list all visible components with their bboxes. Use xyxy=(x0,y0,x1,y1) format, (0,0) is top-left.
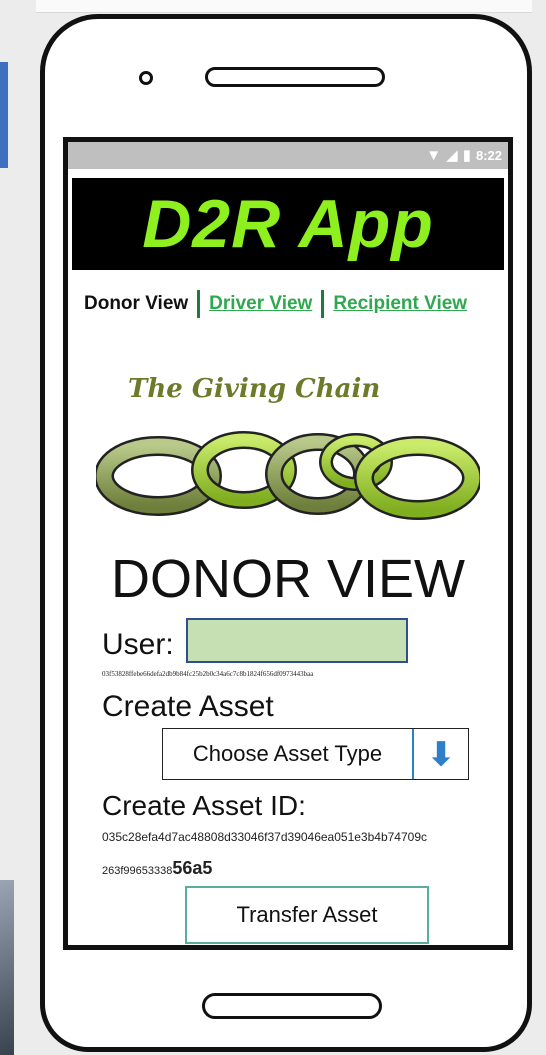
user-label: User: xyxy=(102,628,174,661)
asset-id-hash-prefix: 263f99653338 xyxy=(102,865,173,877)
nav-divider xyxy=(197,290,201,318)
status-time: 8:22 xyxy=(475,148,502,163)
background-top-strip xyxy=(36,0,532,13)
nav-item-donor-view[interactable]: Donor View xyxy=(84,293,188,315)
asset-id-hash-line1: 035c28efa4d7ac48808d33046f37d39046ea051e… xyxy=(102,830,427,844)
app-title: D2R App xyxy=(142,186,434,262)
arrow-down-icon: ⬇ xyxy=(427,736,455,772)
transfer-asset-button[interactable]: Transfer Asset xyxy=(185,886,429,944)
nav-divider xyxy=(321,290,325,318)
view-title: DONOR VIEW xyxy=(110,549,465,609)
phone-screen: ▼ ◢ ▮ 8:22 D2R App Donor View Driver Vie… xyxy=(63,137,513,950)
speaker-grille xyxy=(205,67,385,87)
wifi-icon: ▼ xyxy=(426,147,442,164)
signal-icon: ◢ xyxy=(446,147,458,164)
camera-icon xyxy=(139,71,153,85)
battery-icon: ▮ xyxy=(462,147,471,164)
asset-type-select[interactable]: Choose Asset Type ⬇ xyxy=(162,728,469,780)
status-bar: ▼ ◢ ▮ 8:22 xyxy=(68,142,508,169)
nav-item-driver-view[interactable]: Driver View xyxy=(209,293,312,315)
user-hash: 03f53828ffebe66defa2db9b84fc25b2b0c34a6c… xyxy=(102,670,314,678)
tagline: The Giving Chain xyxy=(128,374,381,404)
view-nav: Donor View Driver View Recipient View xyxy=(84,290,504,318)
nav-item-recipient-view[interactable]: Recipient View xyxy=(333,293,467,315)
user-field[interactable] xyxy=(186,618,408,663)
select-arrow-button[interactable]: ⬇ xyxy=(412,729,468,779)
create-asset-label: Create Asset xyxy=(102,690,274,723)
chain-logo-icon xyxy=(96,431,480,520)
asset-id-hash-line2: 263f9965333856a5 xyxy=(102,858,212,879)
app-banner: D2R App xyxy=(72,178,504,270)
background-blue-edge xyxy=(0,62,8,168)
asset-id-label: Create Asset ID: xyxy=(102,790,306,821)
asset-type-select-value: Choose Asset Type xyxy=(192,741,383,766)
home-button[interactable] xyxy=(202,993,382,1019)
asset-id-hash-suffix: 56a5 xyxy=(172,858,213,878)
phone-frame: ▼ ◢ ▮ 8:22 D2R App Donor View Driver Vie… xyxy=(40,14,532,1052)
background-dark-edge xyxy=(0,880,14,1055)
